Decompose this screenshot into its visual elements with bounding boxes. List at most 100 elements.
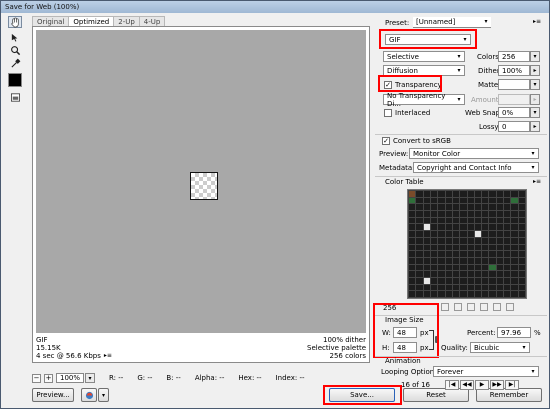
- color-swatch[interactable]: [423, 244, 430, 251]
- color-table-grid[interactable]: [407, 189, 527, 299]
- color-swatch[interactable]: [467, 291, 474, 297]
- color-swatch[interactable]: [409, 291, 416, 297]
- interlaced-checkbox[interactable]: [384, 108, 392, 117]
- zoom-level-field[interactable]: 100%: [56, 373, 85, 383]
- color-swatch[interactable]: [452, 271, 460, 277]
- color-swatch[interactable]: [445, 237, 452, 244]
- color-swatch[interactable]: [504, 271, 511, 277]
- color-swatch[interactable]: [518, 204, 525, 211]
- play-icon[interactable]: ▶: [475, 379, 490, 390]
- color-swatch[interactable]: [511, 291, 518, 297]
- color-swatch[interactable]: [467, 257, 474, 264]
- color-swatch[interactable]: [518, 264, 525, 271]
- new-color-icon[interactable]: [480, 303, 488, 311]
- color-swatch[interactable]: [474, 237, 482, 244]
- color-swatch[interactable]: [416, 211, 423, 217]
- web-shift-icon[interactable]: [454, 303, 462, 311]
- color-swatch[interactable]: [460, 264, 467, 271]
- color-swatch[interactable]: [489, 277, 496, 284]
- color-swatch[interactable]: [496, 224, 504, 231]
- color-swatch[interactable]: [452, 204, 460, 211]
- transparency-dither-select[interactable]: No Transparency Di... ▾: [383, 92, 465, 108]
- trash-icon[interactable]: [506, 303, 514, 311]
- color-swatch[interactable]: [438, 244, 445, 251]
- quality-select[interactable]: Bicubic ▾: [470, 342, 530, 353]
- color-swatch[interactable]: [409, 264, 416, 271]
- color-swatch[interactable]: [474, 231, 482, 237]
- color-reduction-select[interactable]: Selective ▾: [383, 51, 465, 62]
- color-swatch[interactable]: [474, 271, 482, 277]
- color-swatch[interactable]: [474, 204, 482, 211]
- color-swatch[interactable]: [511, 277, 518, 284]
- color-swatch[interactable]: [496, 244, 504, 251]
- zoom-out-button[interactable]: −: [32, 373, 41, 383]
- color-swatch[interactable]: [474, 251, 482, 257]
- color-swatch[interactable]: [423, 224, 430, 231]
- color-swatch[interactable]: [445, 284, 452, 291]
- color-swatch[interactable]: [452, 231, 460, 237]
- color-swatch[interactable]: [430, 277, 438, 284]
- convert-srgb-checkbox[interactable]: ✓: [382, 136, 390, 145]
- color-swatch[interactable]: [489, 231, 496, 237]
- color-swatch[interactable]: [438, 291, 445, 297]
- color-swatch[interactable]: [416, 271, 423, 277]
- color-swatch[interactable]: [467, 211, 474, 217]
- color-swatch[interactable]: [452, 217, 460, 224]
- color-swatch[interactable]: [511, 231, 518, 237]
- color-swatch[interactable]: [445, 191, 452, 197]
- color-swatch[interactable]: [511, 237, 518, 244]
- color-swatch[interactable]: [416, 217, 423, 224]
- color-swatch[interactable]: [496, 204, 504, 211]
- color-swatch[interactable]: [496, 271, 504, 277]
- color-swatch[interactable]: [416, 231, 423, 237]
- color-swatch[interactable]: [504, 211, 511, 217]
- color-swatch[interactable]: [423, 211, 430, 217]
- color-swatch[interactable]: [430, 197, 438, 204]
- color-swatch[interactable]: [430, 264, 438, 271]
- color-swatch[interactable]: [467, 224, 474, 231]
- color-swatch[interactable]: [452, 284, 460, 291]
- color-swatch[interactable]: [430, 224, 438, 231]
- color-swatch[interactable]: [489, 217, 496, 224]
- color-swatch[interactable]: [504, 251, 511, 257]
- color-swatch[interactable]: [496, 211, 504, 217]
- color-swatch[interactable]: [460, 197, 467, 204]
- color-swatch[interactable]: [518, 231, 525, 237]
- color-swatch[interactable]: [518, 211, 525, 217]
- tab-optimized[interactable]: Optimized: [68, 16, 115, 26]
- color-swatch[interactable]: [474, 284, 482, 291]
- color-swatch[interactable]: [416, 204, 423, 211]
- color-swatch[interactable]: [438, 231, 445, 237]
- color-swatch[interactable]: [416, 264, 423, 271]
- color-swatch[interactable]: [482, 277, 489, 284]
- color-swatch[interactable]: [445, 251, 452, 257]
- color-swatch[interactable]: [423, 204, 430, 211]
- toggle-slices-icon[interactable]: [8, 91, 22, 103]
- color-swatch[interactable]: [474, 217, 482, 224]
- color-swatch[interactable]: [430, 257, 438, 264]
- color-swatch[interactable]: [467, 237, 474, 244]
- color-swatch[interactable]: [467, 251, 474, 257]
- color-swatch[interactable]: [445, 271, 452, 277]
- color-swatch[interactable]: [504, 264, 511, 271]
- color-swatch[interactable]: [518, 277, 525, 284]
- color-swatch[interactable]: [460, 257, 467, 264]
- map-color-icon[interactable]: [441, 303, 449, 311]
- color-swatch[interactable]: [511, 264, 518, 271]
- color-swatch[interactable]: [518, 244, 525, 251]
- color-swatch[interactable]: [474, 224, 482, 231]
- color-swatch[interactable]: [445, 204, 452, 211]
- color-swatch[interactable]: [445, 217, 452, 224]
- color-swatch[interactable]: [460, 224, 467, 231]
- color-swatch[interactable]: [482, 264, 489, 271]
- color-swatch[interactable]: [474, 211, 482, 217]
- color-swatch[interactable]: [423, 217, 430, 224]
- chevron-right-icon[interactable]: ▸: [530, 65, 540, 76]
- color-swatch[interactable]: [460, 284, 467, 291]
- last-frame-icon[interactable]: ▶|: [505, 379, 520, 390]
- color-swatch[interactable]: [518, 224, 525, 231]
- color-swatch[interactable]: [482, 211, 489, 217]
- color-swatch[interactable]: [489, 271, 496, 277]
- color-swatch[interactable]: [496, 251, 504, 257]
- color-swatch[interactable]: [445, 211, 452, 217]
